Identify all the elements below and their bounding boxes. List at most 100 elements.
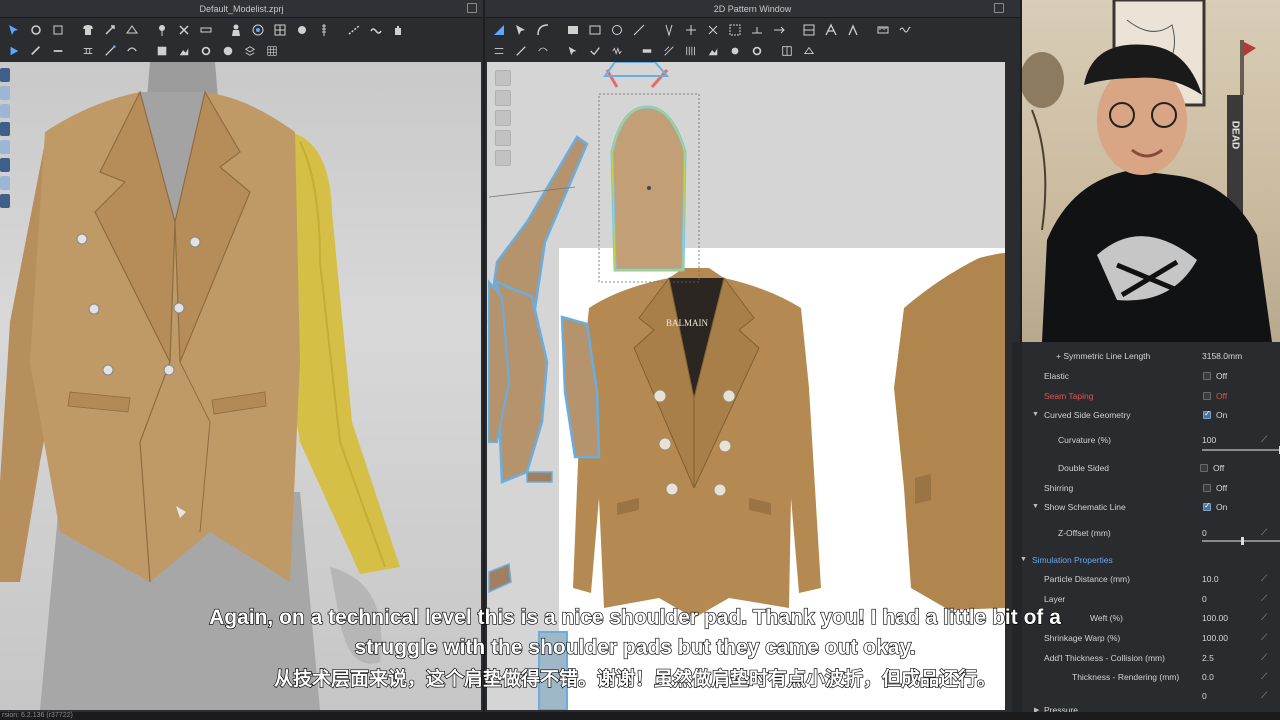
seam-taping-checkbox[interactable] [1203,391,1211,400]
2d-grid-toggle-icon[interactable] [495,90,511,106]
render-icon[interactable] [0,122,10,136]
arrangement-icon[interactable] [248,21,268,39]
sphere-icon[interactable] [218,42,238,60]
tape-icon[interactable] [637,42,657,60]
fold-icon[interactable] [122,21,142,39]
view-back-icon[interactable] [0,86,10,100]
curvature-slider[interactable] [1202,446,1280,454]
2d-texture-toggle-icon[interactable] [495,130,511,146]
double-sided-checkbox[interactable] [1200,463,1208,472]
2d-cut-icon[interactable] [703,21,723,39]
view-front-icon[interactable] [0,68,10,82]
edit-sewing-icon[interactable] [563,42,583,60]
2d-fold-icon[interactable] [799,42,819,60]
avatar-toggle-icon[interactable] [0,140,10,154]
seam-allowance-icon[interactable] [725,21,745,39]
sphere-view-icon[interactable] [0,194,10,208]
prop-value[interactable]: 100 [1202,435,1216,445]
circle-icon[interactable] [607,21,627,39]
box-select-icon[interactable] [48,21,68,39]
keyframe-pin-icon[interactable]: ⟋ [1261,594,1270,603]
sewing-icon[interactable] [78,42,98,60]
puckering-icon[interactable] [366,21,386,39]
texture-icon[interactable] [270,21,290,39]
dart-icon[interactable] [659,21,679,39]
free-sew-icon[interactable] [122,42,142,60]
trace-icon[interactable] [681,21,701,39]
notch-icon[interactable] [747,21,767,39]
prop-value[interactable]: 3158.0mm [1202,351,1242,361]
undock-icon[interactable] [467,3,477,13]
2d-edit-point-icon[interactable] [511,21,531,39]
shirring-checkbox[interactable] [1203,483,1211,492]
fabric-icon[interactable] [152,42,172,60]
undock-2d-icon[interactable] [994,3,1004,13]
tack-icon[interactable] [100,21,120,39]
garment-toggle-icon[interactable] [0,158,10,172]
text-tool-icon[interactable] [821,21,841,39]
2d-sew-icon[interactable] [489,42,509,60]
collapse-caret-icon[interactable]: ▼ [1032,411,1039,418]
2d-sewing-toggle-icon[interactable] [495,110,511,126]
select-icon[interactable] [4,21,24,39]
keyframe-pin-icon[interactable]: ⟋ [1261,528,1270,537]
pleat-icon[interactable] [681,42,701,60]
3d-window-titlebar: Default_Modelist.zprj [0,0,483,18]
segment-sew-icon[interactable] [100,42,120,60]
pin-icon[interactable] [152,21,172,39]
keyframe-pin-icon[interactable]: ⟋ [1261,435,1270,444]
trim-icon[interactable] [196,42,216,60]
internal-line-icon[interactable] [629,21,649,39]
light-icon[interactable] [0,104,10,118]
avatar-icon[interactable] [226,21,246,39]
check-sew-icon[interactable] [585,42,605,60]
prop-value[interactable]: 0 [1202,528,1207,538]
prop-value[interactable]: 10.0 [1202,574,1219,584]
layer-icon[interactable] [240,42,260,60]
button-tool-icon[interactable] [292,21,312,39]
2d-trim-icon[interactable] [747,42,767,60]
hand-icon[interactable] [388,21,408,39]
graphic-icon[interactable] [174,42,194,60]
ruler-icon[interactable] [873,21,893,39]
2d-image-toggle-icon[interactable] [495,150,511,166]
text-size-icon[interactable] [843,21,863,39]
2d-graphic-icon[interactable] [703,42,723,60]
collapse-caret-icon[interactable]: ▼ [1032,503,1039,510]
2d-view-icon[interactable] [495,70,511,86]
2d-layout-icon[interactable] [777,42,797,60]
2d-button-icon[interactable] [725,42,745,60]
measure-icon[interactable] [196,21,216,39]
grain-icon[interactable] [769,21,789,39]
z-offset-slider[interactable] [1202,537,1280,545]
garment-icon[interactable] [78,21,98,39]
show-schematic-line-checkbox[interactable] [1203,501,1211,511]
strain-map-icon[interactable] [0,176,10,190]
simulate-icon[interactable] [4,42,24,60]
2d-texture-icon[interactable] [799,21,819,39]
cut-icon[interactable] [174,21,194,39]
elastic-checkbox[interactable] [1203,371,1211,380]
transform-icon[interactable] [26,21,46,39]
topstitch-icon[interactable] [344,21,364,39]
rectangle-icon[interactable] [585,21,605,39]
2d-curve-icon[interactable] [533,21,553,39]
2d-transform-icon[interactable] [489,21,509,39]
keyframe-pin-icon[interactable]: ⟋ [1261,691,1270,700]
z-offset-slider-knob[interactable] [1240,537,1244,545]
flatten-icon[interactable] [48,42,68,60]
grading-icon[interactable] [659,42,679,60]
polygon-icon[interactable] [563,21,583,39]
prop-value[interactable]: 0 [1202,594,1207,604]
collapse-caret-icon[interactable]: ▼ [1020,556,1027,563]
keyframe-pin-icon[interactable]: ⟋ [1261,574,1270,583]
wave-icon[interactable] [895,21,915,39]
2d-free-sew-icon[interactable] [533,42,553,60]
curved-side-geometry-checkbox[interactable] [1203,409,1211,419]
zipper-icon[interactable] [314,21,334,39]
elastic-icon[interactable] [607,42,627,60]
2d-segment-sew-icon[interactable] [511,42,531,60]
strengthen-icon[interactable] [26,42,46,60]
prop-value[interactable]: 0 [1202,691,1207,701]
grid-icon[interactable] [262,42,282,60]
